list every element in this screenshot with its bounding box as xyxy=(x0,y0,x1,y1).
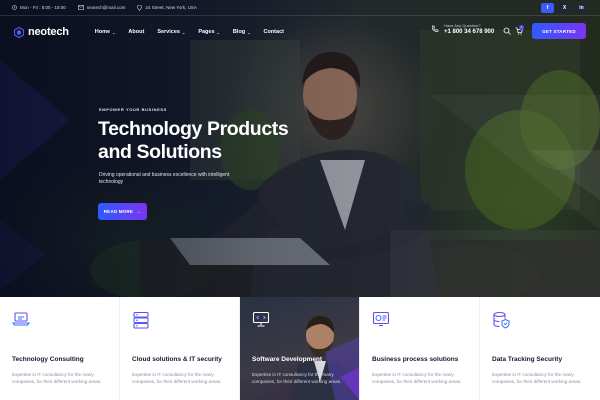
nav-item-label: Services xyxy=(157,29,180,35)
search-icon[interactable] xyxy=(503,27,511,35)
service-description: Expertise in IT consultancy for the many… xyxy=(492,372,582,384)
service-description: Expertise in IT consultancy for the many… xyxy=(252,372,342,384)
nav-item-label: Pages xyxy=(198,29,215,35)
help-phone[interactable]: Have Any Question? +1 800 34 678 900 xyxy=(431,23,494,35)
mail-icon xyxy=(77,5,84,10)
hexagon-logo-icon xyxy=(14,26,24,38)
hours-item: Mon - Fri : 8:00 - 18:00 xyxy=(12,5,66,10)
service-card[interactable]: Cloud solutions & IT security Expertise … xyxy=(120,297,240,400)
nav-item-blog[interactable]: Blog ⌄ xyxy=(233,29,251,35)
nav-item-contact[interactable]: Contact xyxy=(263,29,283,35)
cart-count-badge: 0 xyxy=(519,25,524,30)
address-text: 24 Street, New York, USA xyxy=(145,5,197,10)
hero-title-line-2: and Solutions xyxy=(98,141,222,163)
main-navigation: neotech Home ⌄ About Services ⌄ Pages ⌄ Blo… xyxy=(0,20,600,44)
nav-item-label: Home xyxy=(94,29,111,35)
chevron-down-icon: ⌄ xyxy=(181,29,186,35)
nav-item-label: Blog xyxy=(232,29,246,35)
service-title: Technology Consulting xyxy=(12,356,84,363)
service-card-active[interactable]: Software Development Expertise in IT con… xyxy=(240,297,360,400)
dashboard-icon xyxy=(372,311,390,327)
location-pin-icon xyxy=(137,4,143,11)
service-card[interactable]: Technology Consulting Expertise in IT co… xyxy=(0,297,120,400)
x-icon[interactable]: X xyxy=(558,2,571,13)
chevron-down-icon: ⌄ xyxy=(112,29,116,35)
clock-icon xyxy=(12,5,17,10)
service-title: Business process solutions xyxy=(372,356,459,363)
nav-item-label: Contact xyxy=(263,29,284,35)
nav-item-home[interactable]: Home ⌄ xyxy=(95,29,116,35)
address-item: 24 Street, New York, USA xyxy=(137,4,197,11)
chevron-down-icon: ⌄ xyxy=(247,29,251,35)
hours-text: Mon - Fri : 8:00 - 18:00 xyxy=(20,5,66,10)
nav-menu: Home ⌄ About Services ⌄ Pages ⌄ Blog ⌄ Conta… xyxy=(95,29,284,35)
service-title: Software Development xyxy=(252,356,323,363)
hero-title-line-1: Technology Products xyxy=(98,118,289,140)
database-shield-icon xyxy=(493,311,510,329)
social-links: f X in xyxy=(541,2,588,13)
phone-icon xyxy=(431,25,439,32)
nav-item-services[interactable]: Services ⌄ xyxy=(157,29,185,35)
nav-item-about[interactable]: About xyxy=(128,29,144,35)
hero-section: Mon - Fri : 8:00 - 18:00 neotech@mail.co… xyxy=(0,0,600,297)
server-icon xyxy=(133,311,149,329)
linkedin-icon[interactable]: in xyxy=(575,2,588,13)
service-description: Expertise in IT consultancy for the many… xyxy=(132,372,222,384)
help-question: Have Any Question? xyxy=(444,23,481,28)
service-title: Data Tracking Security xyxy=(492,356,563,363)
hero-subtitle: Driving operational and business excelle… xyxy=(99,172,230,185)
laptop-icon xyxy=(12,312,30,326)
help-phone-number[interactable]: +1 800 34 678 900 xyxy=(444,29,494,35)
service-description: Expertise in IT consultancy for the many… xyxy=(12,372,102,384)
chevron-down-icon: ⌄ xyxy=(216,29,220,35)
facebook-icon[interactable]: f xyxy=(541,2,554,13)
email-text[interactable]: neotech@mail.com xyxy=(87,5,126,10)
hero-title: Technology Products and Solutions xyxy=(98,118,348,164)
service-card[interactable]: Business process solutions Expertise in … xyxy=(360,297,480,400)
logo-text: neotech xyxy=(28,26,69,38)
service-description: Expertise in IT consultancy for the many… xyxy=(372,372,462,384)
services-row: Technology Consulting Expertise in IT co… xyxy=(0,297,600,400)
arrow-right-icon: → xyxy=(136,208,142,215)
nav-item-label: About xyxy=(128,29,145,35)
nav-item-pages[interactable]: Pages ⌄ xyxy=(198,29,220,35)
email-item[interactable]: neotech@mail.com xyxy=(77,5,126,10)
site-logo[interactable]: neotech xyxy=(14,26,69,38)
top-info-bar: Mon - Fri : 8:00 - 18:00 neotech@mail.co… xyxy=(0,0,600,16)
get-started-button[interactable]: GET STARTED xyxy=(532,23,586,39)
hero-eyebrow: EMPOWER YOUR BUSINESS xyxy=(99,107,167,112)
service-card[interactable]: Data Tracking Security Expertise in IT c… xyxy=(480,297,600,400)
read-more-button[interactable]: READ MORE → xyxy=(98,203,147,220)
read-more-label: READ MORE xyxy=(103,209,134,214)
monitor-code-icon xyxy=(252,311,270,327)
service-title: Cloud solutions & IT security xyxy=(132,356,222,363)
